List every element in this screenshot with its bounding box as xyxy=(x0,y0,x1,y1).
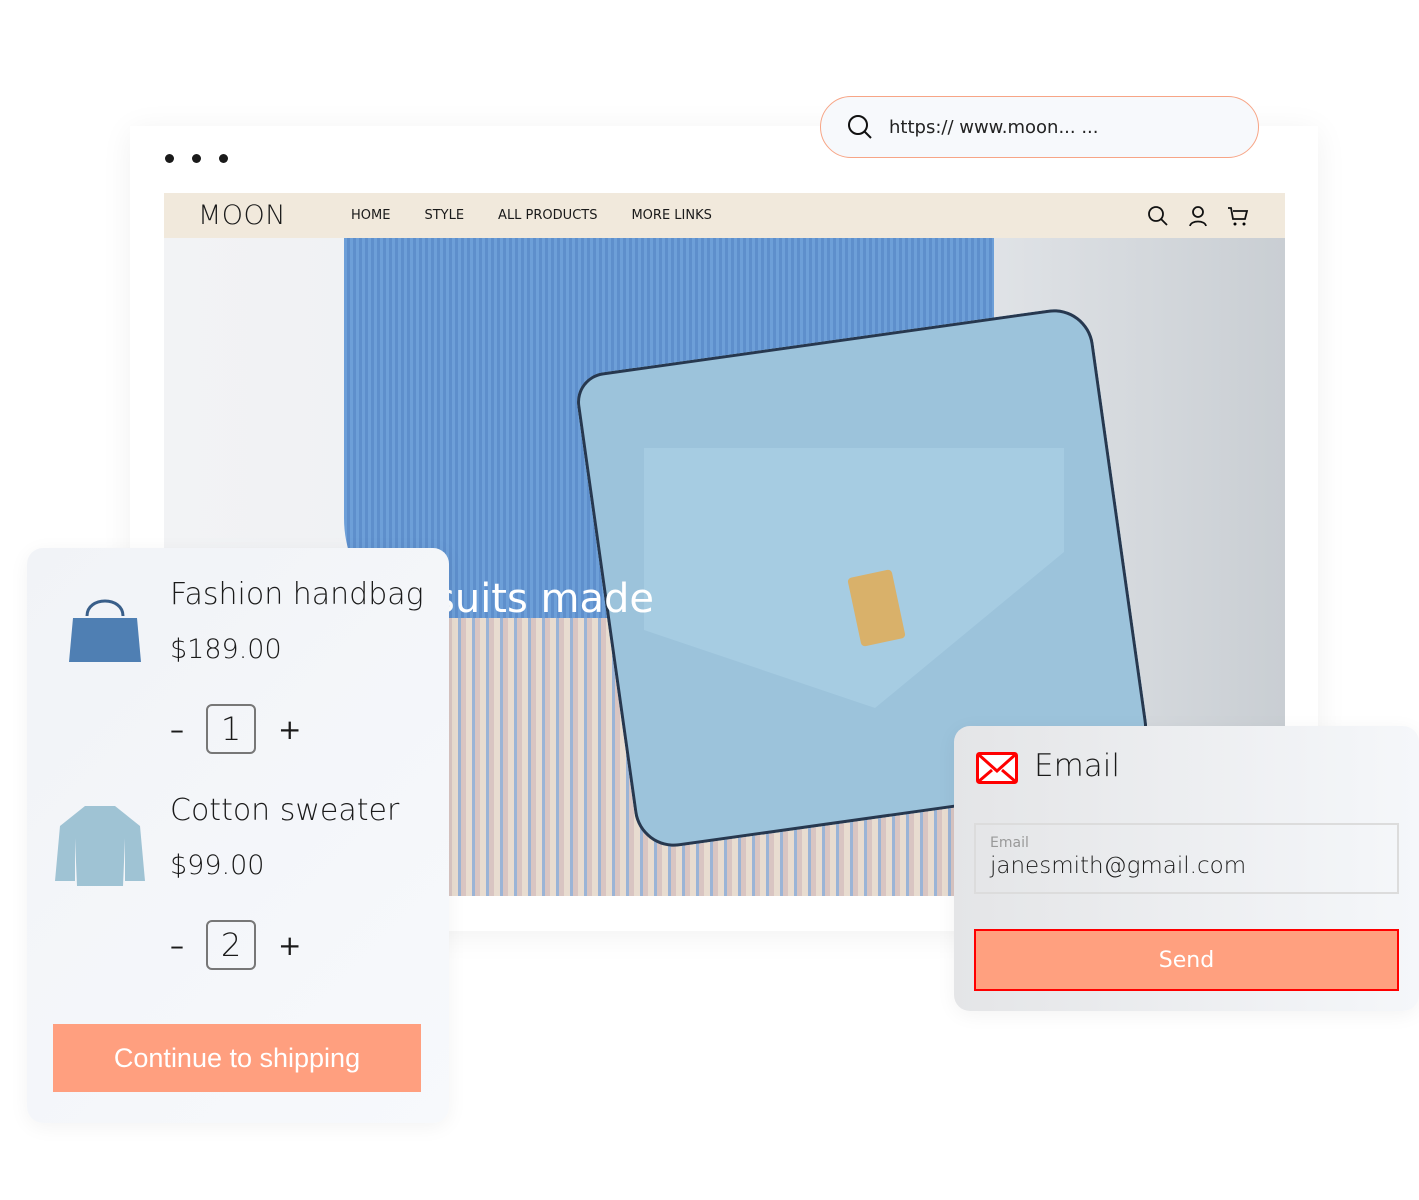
item-price: $99.00 xyxy=(170,850,265,881)
email-field-label: Email xyxy=(990,835,1029,851)
quantity-value[interactable]: 1 xyxy=(206,704,256,754)
url-text: https:// www.moon... ... xyxy=(889,116,1099,138)
item-price: $189.00 xyxy=(170,634,282,665)
search-icon xyxy=(848,115,872,139)
nav-home[interactable]: HOME xyxy=(351,208,390,223)
continue-to-shipping-button[interactable]: Continue to shipping xyxy=(53,1024,421,1092)
cart-panel: Fashion handbag $189.00 – 1 + Cotton swe… xyxy=(27,548,449,1123)
item-name: Fashion handbag xyxy=(170,577,424,612)
user-icon[interactable] xyxy=(1187,205,1209,227)
nav-style[interactable]: STYLE xyxy=(424,208,464,223)
decrement-button[interactable]: – xyxy=(170,929,184,962)
nav-all-products[interactable]: ALL PRODUCTS xyxy=(498,208,597,223)
window-dots xyxy=(165,154,228,163)
quantity-stepper: – 1 + xyxy=(170,704,301,754)
nav-more-links[interactable]: MORE LINKS xyxy=(631,208,711,223)
envelope-icon xyxy=(976,752,1018,784)
search-icon[interactable] xyxy=(1147,205,1169,227)
site-logo[interactable]: MOON xyxy=(198,200,351,231)
decrement-button[interactable]: – xyxy=(170,713,184,746)
sweater-thumbnail xyxy=(55,806,145,886)
email-title: Email xyxy=(1034,748,1121,784)
increment-button[interactable]: + xyxy=(278,929,301,962)
send-button[interactable]: Send xyxy=(974,929,1399,991)
cart-icon[interactable] xyxy=(1227,205,1249,227)
email-field-value[interactable]: janesmith@gmail.com xyxy=(990,853,1383,879)
increment-button[interactable]: + xyxy=(278,713,301,746)
hero-text: suits made xyxy=(434,576,655,622)
quantity-stepper: – 2 + xyxy=(170,920,301,970)
quantity-value[interactable]: 2 xyxy=(206,920,256,970)
email-panel: Email Email janesmith@gmail.com Send xyxy=(954,726,1419,1011)
url-bar[interactable]: https:// www.moon... ... xyxy=(820,96,1259,158)
email-field[interactable]: Email janesmith@gmail.com xyxy=(974,823,1399,894)
handbag-thumbnail xyxy=(69,599,141,662)
item-name: Cotton sweater xyxy=(170,793,400,828)
site-nav: MOON HOME STYLE ALL PRODUCTS MORE LINKS xyxy=(164,193,1285,238)
